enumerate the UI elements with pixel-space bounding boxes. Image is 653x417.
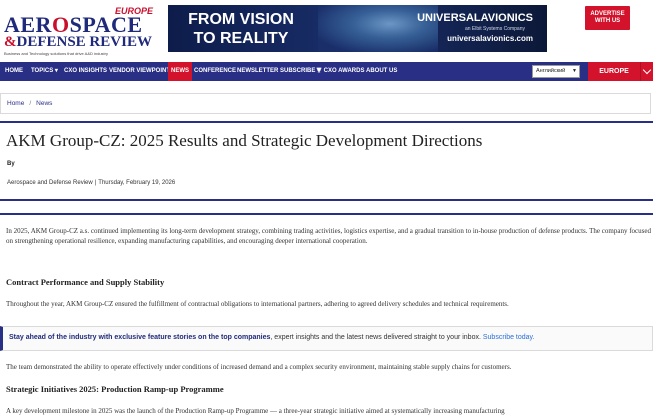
language-select[interactable]: Английский ▼	[532, 65, 580, 78]
edition-selector[interactable]: EUROPE	[588, 62, 640, 81]
newsletter-callout: Stay ahead of the industry with exclusiv…	[0, 326, 653, 351]
dropdown-caret-icon: ▼	[572, 68, 577, 74]
nav-topics[interactable]: TOPICS ▾	[31, 62, 58, 81]
byline: By	[7, 161, 15, 167]
nav-conference[interactable]: CONFERENCE	[194, 62, 236, 81]
logo-line-2: &DEFENSE REVIEW	[4, 34, 152, 50]
ad-headline: FROM VISION TO REALITY	[188, 11, 294, 47]
breadcrumb-separator: /	[29, 100, 32, 107]
breadcrumb: Home / News	[0, 93, 651, 114]
trophy-icon	[316, 67, 322, 72]
article-subheading: Contract Performance and Supply Stabilit…	[6, 277, 165, 287]
site-logo[interactable]: EUROPE AEROSPACE &DEFENSE REVIEW Busines…	[4, 6, 153, 58]
callout-bold-text: Stay ahead of the industry with exclusiv…	[9, 334, 271, 341]
breadcrumb-news[interactable]: News	[36, 100, 52, 107]
nav-about-us[interactable]: ABOUT US	[366, 62, 397, 81]
banner-ad[interactable]: FROM VISION TO REALITY UNIVERSALAVIONICS…	[168, 5, 547, 52]
nav-cxo-insights[interactable]: CXO INSIGHTS	[64, 62, 107, 81]
article-meta: Aerospace and Defense Review | Thursday, F…	[7, 180, 176, 186]
ad-subtitle: an Elbit Systems Company	[464, 26, 525, 32]
site-header: EUROPE AEROSPACE &DEFENSE REVIEW Busines…	[0, 0, 653, 60]
article-paragraph: In 2025, AKM Group-CZ a.s. continued imp…	[6, 227, 651, 245]
ad-brand: UNIVERSALAVIONICS	[417, 12, 533, 24]
chevron-down-icon	[642, 65, 652, 75]
subscribe-link[interactable]: Subscribe today.	[483, 334, 535, 341]
article-title: AKM Group-CZ: 2025 Results and Strategic…	[6, 131, 483, 150]
advertise-button[interactable]: ADVERTISE WITH US	[585, 6, 630, 30]
logo-tagline: Business and Technology solutions that d…	[4, 51, 108, 56]
logo-line-1: AEROSPACE	[4, 12, 143, 37]
nav-home[interactable]: HOME	[5, 62, 23, 81]
breadcrumb-home[interactable]: Home	[7, 100, 24, 107]
article-paragraph: The team demonstrated the ability to ope…	[6, 363, 512, 371]
article-subheading: Strategic Initiatives 2025: Production R…	[6, 384, 224, 394]
article-header: AKM Group-CZ: 2025 Results and Strategic…	[0, 121, 653, 201]
article-body: In 2025, AKM Group-CZ a.s. continued imp…	[0, 213, 653, 417]
article-paragraph: Throughout the year, AKM Group-CZ ensure…	[6, 300, 509, 308]
nav-subscribe[interactable]: SUBSCRIBE	[280, 62, 315, 81]
ad-url: universalavionics.com	[447, 34, 533, 43]
edition-dropdown-button[interactable]	[640, 62, 653, 81]
article-paragraph: A key development milestone in 2025 was …	[6, 407, 505, 415]
main-nav: HOME TOPICS ▾ CXO INSIGHTS VENDOR VIEWPO…	[0, 62, 653, 81]
article-source: Aerospace and Defense Review	[7, 180, 93, 186]
nav-news[interactable]: NEWS	[168, 62, 192, 81]
nav-cxo-awards[interactable]: CXO AWARDS	[316, 62, 364, 81]
article-date: Thursday, February 19, 2026	[98, 180, 176, 186]
nav-newsletter[interactable]: NEWSLETTER	[237, 62, 278, 81]
nav-vendor-viewpoint[interactable]: VENDOR VIEWPOINT	[109, 62, 170, 81]
chevron-down-icon: ▾	[54, 68, 58, 74]
